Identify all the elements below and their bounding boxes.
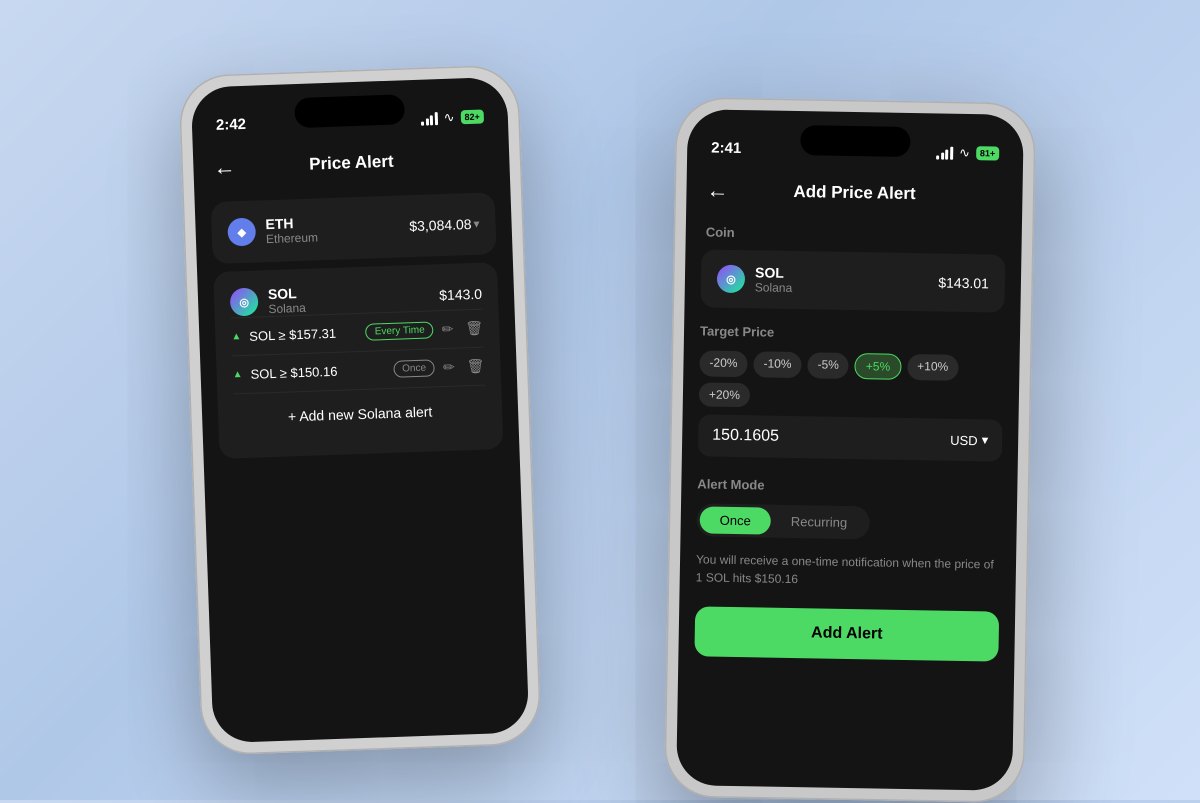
sol-select-price: $143.01 — [938, 275, 989, 292]
currency-chevron-icon: ▾ — [982, 432, 989, 448]
alert-mode-pills: Once Recurring — [696, 503, 870, 539]
dynamic-island-right — [800, 125, 911, 157]
status-icons-left: ∿ 82+ — [421, 109, 484, 127]
coin-select-card[interactable]: ◎ SOL Solana $143.01 — [700, 249, 1005, 312]
coin-select-row: ◎ SOL Solana $143.01 — [717, 264, 989, 299]
currency-label: USD — [950, 432, 978, 447]
mode-once-button[interactable]: Once — [700, 506, 772, 534]
eth-symbol: ETH — [265, 214, 318, 232]
pct-pill-minus5[interactable]: -5% — [807, 352, 849, 379]
pct-pill-plus10[interactable]: +10% — [907, 354, 958, 381]
alert-arrow-up-2: ▲ — [233, 369, 243, 380]
dynamic-island-left — [294, 94, 405, 128]
sol-alert-2-actions: ✏ 🗑 — [443, 358, 485, 376]
eth-name-group: ETH Ethereum — [265, 214, 318, 246]
sol-select-symbol: SOL — [755, 264, 793, 281]
wifi-icon-right: ∿ — [959, 145, 970, 161]
signal-icon-right — [936, 146, 953, 159]
price-alert-header: ← Price Alert — [193, 132, 511, 195]
delete-icon-1[interactable]: 🗑 — [465, 320, 483, 338]
battery-badge-left: 82+ — [460, 110, 484, 125]
eth-price-group: $3,084.08 ▾ — [409, 216, 480, 234]
pct-pill-minus10[interactable]: -10% — [753, 351, 801, 378]
add-alert-content: ← Add Price Alert Coin ◎ SOL Solana — [676, 164, 1023, 791]
status-time-right: 2:41 — [711, 140, 741, 158]
sol-symbol: SOL — [268, 285, 306, 302]
price-input-row[interactable]: 150.1605 USD ▾ — [698, 414, 1003, 461]
pct-pill-plus20[interactable]: +20% — [699, 382, 750, 407]
sol-select-fullname: Solana — [755, 280, 793, 295]
sol-alert-1-row: ▲ SOL ≥ $157.31 Every Time ✏ 🗑 — [231, 320, 483, 346]
wifi-icon-left: ∿ — [443, 110, 454, 126]
eth-coin-card[interactable]: ◆ ETH Ethereum $3,084.08 ▾ — [211, 192, 497, 264]
pct-pill-minus20[interactable]: -20% — [699, 350, 747, 377]
add-solana-alert-button[interactable]: + Add new Solana alert — [233, 385, 487, 443]
sol-coin-card[interactable]: ◎ SOL Solana $143.0 ▲ SOL ≥ $157.31 — [213, 262, 503, 459]
mode-recurring-button[interactable]: Recurring — [771, 508, 868, 537]
page-title-right: Add Price Alert — [793, 182, 916, 204]
sol-name-group: SOL Solana — [268, 285, 306, 316]
coin-select-info: ◎ SOL Solana — [717, 264, 793, 295]
eth-icon: ◆ — [227, 218, 256, 247]
edit-icon-1[interactable]: ✏ — [441, 321, 453, 338]
eth-fullname: Ethereum — [266, 230, 318, 246]
phone-left-screen: 2:42 ∿ 82+ ← Price Alert — [191, 77, 530, 744]
add-alert-header: ← Add Price Alert — [686, 164, 1023, 222]
currency-selector[interactable]: USD ▾ — [950, 432, 988, 449]
eth-chevron-icon: ▾ — [473, 217, 480, 231]
phone-right: 2:41 ∿ 81+ ← Add Price Aler — [664, 97, 1036, 803]
sol-coin-info: ◎ SOL Solana — [230, 285, 306, 318]
status-time-left: 2:42 — [216, 116, 247, 134]
battery-badge-right: 81+ — [976, 146, 1000, 160]
sol-select-icon: ◎ — [717, 265, 745, 293]
pct-pill-plus5[interactable]: +5% — [855, 353, 902, 380]
alert-arrow-up-1: ▲ — [231, 331, 241, 342]
sol-alert-2-row: ▲ SOL ≥ $150.16 Once ✏ 🗑 — [232, 358, 484, 384]
phone-right-screen: 2:41 ∿ 81+ ← Add Price Aler — [676, 109, 1024, 791]
price-alert-content: ← Price Alert ◆ ETH Ethereum — [193, 132, 530, 744]
delete-icon-2[interactable]: 🗑 — [466, 358, 484, 376]
sol-select-name-group: SOL Solana — [755, 264, 793, 295]
sol-alert-2-text: SOL ≥ $150.16 — [250, 362, 385, 382]
target-price-label: Target Price — [700, 323, 1004, 347]
sol-alert-1-actions: ✏ 🗑 — [441, 320, 483, 338]
status-icons-right: ∿ 81+ — [936, 144, 999, 161]
badge-once: Once — [393, 359, 435, 377]
sol-price: $143.0 — [439, 286, 482, 303]
page-title-left: Price Alert — [309, 152, 394, 175]
eth-coin-info: ◆ ETH Ethereum — [227, 214, 318, 247]
sol-alert-1-text: SOL ≥ $157.31 — [249, 325, 358, 344]
eth-price: $3,084.08 — [409, 216, 472, 234]
alert-mode-label: Alert Mode — [697, 476, 1001, 500]
price-input-value: 150.1605 — [712, 427, 779, 446]
confirm-alert-button[interactable]: Add Alert — [694, 606, 999, 661]
back-button-left[interactable]: ← — [213, 154, 236, 181]
phone-left: 2:42 ∿ 82+ ← Price Alert — [178, 64, 542, 755]
sol-fullname: Solana — [268, 301, 306, 316]
eth-coin-row: ◆ ETH Ethereum $3,084.08 ▾ — [227, 209, 480, 248]
back-button-right[interactable]: ← — [706, 177, 728, 203]
percentage-pills: -20% -10% -5% +5% +10% +20% — [699, 350, 1004, 411]
alert-mode-section: Alert Mode Once Recurring You will recei… — [679, 464, 1017, 604]
coin-section-label: Coin — [686, 216, 1022, 251]
signal-icon-left — [421, 112, 438, 126]
sol-icon: ◎ — [230, 287, 259, 316]
edit-icon-2[interactable]: ✏ — [443, 359, 455, 376]
badge-every-time: Every Time — [365, 321, 434, 340]
target-price-section: Target Price -20% -10% -5% +5% +10% +20%… — [682, 311, 1020, 462]
alert-description: You will receive a one-time notification… — [695, 544, 1000, 603]
